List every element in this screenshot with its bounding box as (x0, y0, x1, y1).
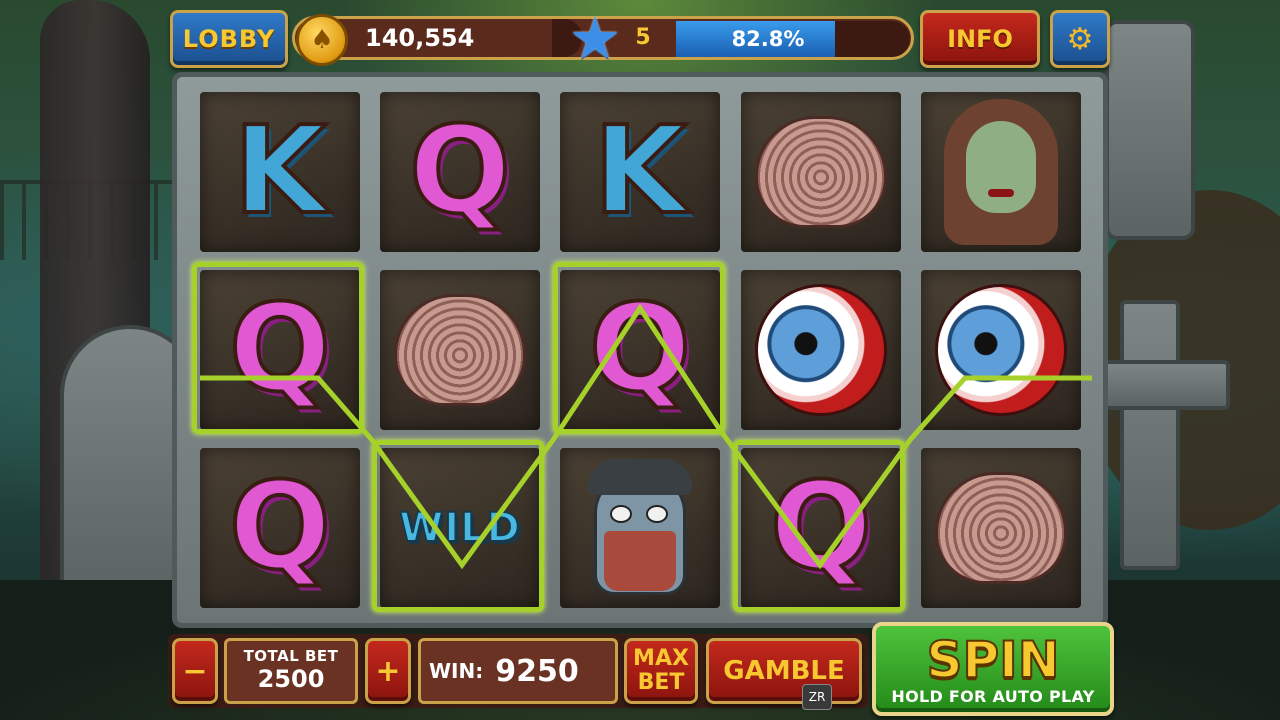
increase-bet-button[interactable]: + (365, 638, 411, 704)
max-bet-label-top: MAX (633, 646, 689, 671)
reel-cell: Q (380, 92, 540, 252)
reel-cell (741, 92, 901, 252)
gamble-button[interactable]: GAMBLE (706, 638, 862, 704)
player-level: 5 (635, 25, 651, 50)
tombstone-right (1105, 20, 1195, 240)
eyeball-icon (935, 284, 1067, 416)
reel-cell (921, 270, 1081, 430)
grave-cross-arm (1090, 360, 1230, 410)
eyeball-icon (755, 284, 887, 416)
brain-icon (935, 472, 1067, 584)
info-button[interactable]: INFO (920, 10, 1040, 68)
xp-progress-bar: 82.8% (676, 21, 910, 57)
win-panel: WIN: 9250 (418, 638, 618, 704)
win-highlight-box (372, 440, 544, 612)
win-highlight-box (553, 262, 725, 434)
total-bet-label: TOTAL BET (243, 647, 339, 665)
max-bet-button[interactable]: MAX BET (624, 638, 698, 704)
reel-cell (380, 270, 540, 430)
win-amount: 9250 (495, 653, 579, 689)
zombie-man-icon (580, 453, 700, 603)
brain-icon (394, 294, 526, 406)
total-bet-value: 2500 (257, 665, 325, 693)
win-highlight-box (733, 440, 905, 612)
star-icon: ★ (569, 4, 621, 72)
coin-balance: 140,554 (365, 24, 475, 52)
max-bet-label-bottom: BET (637, 670, 685, 695)
zr-button-hint: ZR (802, 684, 832, 710)
symbol-q: Q (407, 102, 513, 241)
spin-label: SPIN (925, 630, 1060, 689)
symbol-k: K (592, 102, 689, 241)
reel-cell (921, 92, 1081, 252)
spin-hold-hint: HOLD FOR AUTO PLAY (891, 686, 1095, 706)
symbol-k: K (232, 102, 329, 241)
total-bet-panel: TOTAL BET 2500 (224, 638, 358, 704)
reel-cell: K (200, 92, 360, 252)
reel-cell (921, 448, 1081, 608)
xp-percent: 82.8% (731, 27, 805, 51)
settings-button[interactable]: ⚙ (1050, 10, 1110, 68)
coin-icon: ♠ (296, 14, 348, 66)
gear-icon: ⚙ (1066, 21, 1094, 57)
zombie-girl-icon (936, 97, 1066, 247)
win-label: WIN: (429, 659, 484, 683)
grave-cross (1120, 300, 1180, 570)
decrease-bet-button[interactable]: − (172, 638, 218, 704)
win-highlight-box (192, 262, 364, 434)
spin-button[interactable]: SPIN HOLD FOR AUTO PLAY (872, 622, 1114, 716)
lobby-button[interactable]: LOBBY (170, 10, 288, 68)
reel-cell (741, 270, 901, 430)
brain-icon (755, 116, 887, 228)
symbol-q: Q (227, 458, 333, 597)
reel-cell: Q (200, 448, 360, 608)
reel-cell (560, 448, 720, 608)
reel-cell: K (560, 92, 720, 252)
